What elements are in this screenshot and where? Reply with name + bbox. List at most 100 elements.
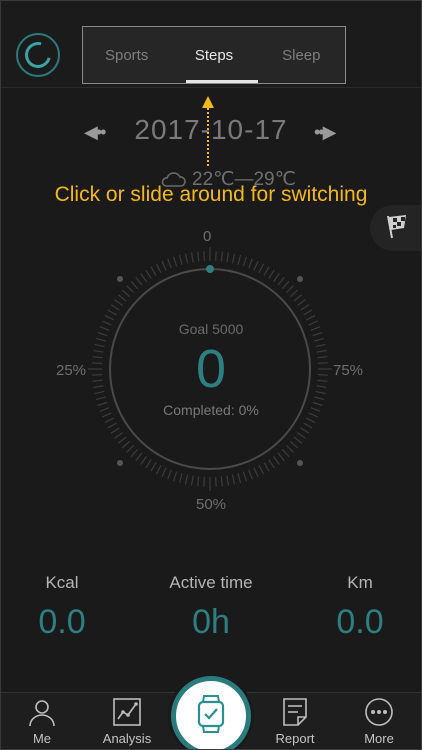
dial-tick	[281, 280, 290, 290]
dial-tick	[135, 276, 143, 286]
top-bar: Sports Steps Sleep	[0, 0, 422, 88]
dial-tick	[121, 440, 131, 449]
goal-flag-button[interactable]	[370, 205, 422, 251]
checkered-flag-icon	[382, 212, 410, 245]
tab-sports[interactable]: Sports	[83, 27, 170, 83]
stat-value: 0.0	[336, 603, 384, 641]
dial-tick	[297, 299, 306, 307]
dial-tick	[203, 251, 205, 262]
dial-tick	[190, 475, 194, 486]
stat-value: 0h	[192, 603, 230, 641]
watch-sync-button[interactable]	[171, 676, 251, 750]
dial-tick	[197, 251, 200, 262]
next-day-button[interactable]: ••▶	[314, 122, 336, 143]
nav-label: More	[364, 731, 394, 746]
dial-tick	[268, 269, 275, 279]
dial-tick	[277, 276, 285, 286]
dial-tick	[258, 464, 265, 475]
dial-tick	[161, 467, 167, 478]
dial-tick	[150, 462, 157, 472]
dial-tick	[242, 256, 248, 267]
dial-tick	[293, 436, 303, 444]
dial-tick	[167, 469, 172, 480]
nav-label: Me	[32, 731, 52, 746]
dial-tick	[231, 253, 236, 264]
dial-tick	[203, 476, 205, 487]
dial-tick	[178, 473, 183, 484]
dial-tick	[145, 459, 152, 469]
dial-tick	[253, 467, 259, 478]
dial-tick	[172, 256, 178, 267]
dial-tick	[110, 427, 120, 434]
progress-indicator	[206, 265, 214, 273]
dial-tick	[184, 474, 189, 485]
stat-active-time: Active time 0h	[141, 573, 281, 642]
person-icon	[27, 696, 57, 728]
dial-tick	[248, 469, 253, 480]
dial-tick	[104, 417, 115, 424]
dial-label-bottom: 50%	[196, 496, 227, 513]
dial-label-top: 0	[203, 228, 212, 245]
dial-tick	[277, 452, 285, 462]
dial-tick	[305, 417, 316, 424]
dial-tick	[121, 289, 131, 298]
nav-report[interactable]: Report	[260, 693, 330, 750]
dial-tick	[117, 294, 127, 302]
dial-tick	[226, 252, 230, 263]
stat-kcal: Kcal 0.0	[0, 573, 132, 642]
dial-tick	[272, 273, 280, 282]
dial-tick	[130, 280, 139, 290]
dial-tick	[305, 314, 316, 321]
tab-sleep[interactable]: Sleep	[258, 27, 345, 83]
report-icon	[280, 696, 310, 728]
dial-tick	[263, 266, 270, 276]
stat-label: Km	[347, 573, 373, 592]
dial-tick	[140, 273, 148, 282]
dial-tick	[289, 440, 299, 449]
nav-analysis[interactable]: Analysis	[92, 693, 162, 750]
date-label: 2017-10-17	[134, 114, 288, 145]
dial-tick	[242, 471, 248, 482]
nav-label: Report	[275, 731, 315, 746]
dial-tick	[300, 427, 310, 434]
dial-tick	[303, 309, 313, 316]
dial-tick	[220, 251, 223, 262]
nav-me[interactable]: Me	[7, 693, 77, 750]
dial-tick	[285, 285, 294, 294]
completed-label: Completed: 0%	[163, 402, 259, 418]
watch-icon	[194, 694, 228, 739]
dial-tick	[300, 304, 310, 311]
dial-tick	[220, 476, 223, 487]
dial-tick	[155, 263, 162, 274]
dial-tick	[107, 422, 117, 429]
goal-label: Goal 5000	[178, 321, 244, 337]
nav-more[interactable]: More	[344, 693, 414, 750]
tab-steps[interactable]: Steps	[170, 27, 258, 83]
more-icon	[364, 696, 394, 728]
dial-tick	[114, 299, 123, 307]
dial-tick	[178, 254, 183, 265]
stat-km: Km 0.0	[290, 573, 422, 642]
dial-tick	[258, 263, 265, 274]
dial-tick	[117, 436, 127, 444]
dial-tick	[281, 448, 290, 458]
dial-tick	[172, 471, 178, 482]
dial-tick	[161, 260, 167, 271]
dial-tick	[130, 448, 139, 458]
dial-tick	[293, 294, 303, 302]
dial-tick	[285, 444, 294, 453]
dial-tick	[263, 462, 270, 472]
dial-tick	[215, 251, 217, 262]
sync-button[interactable]	[16, 33, 60, 77]
tab-bar: Sports Steps Sleep	[82, 26, 346, 84]
dial-tick	[135, 452, 143, 462]
dial-tick	[226, 475, 230, 486]
dial-tick	[155, 464, 162, 475]
dial-tick	[303, 422, 313, 429]
dial-tick	[167, 258, 172, 269]
switching-hint: Click or slide around for switching	[54, 183, 368, 206]
dial-tick	[190, 252, 194, 263]
sync-icon	[20, 37, 56, 73]
dial-tick	[289, 289, 299, 298]
dial-tick	[253, 260, 259, 271]
